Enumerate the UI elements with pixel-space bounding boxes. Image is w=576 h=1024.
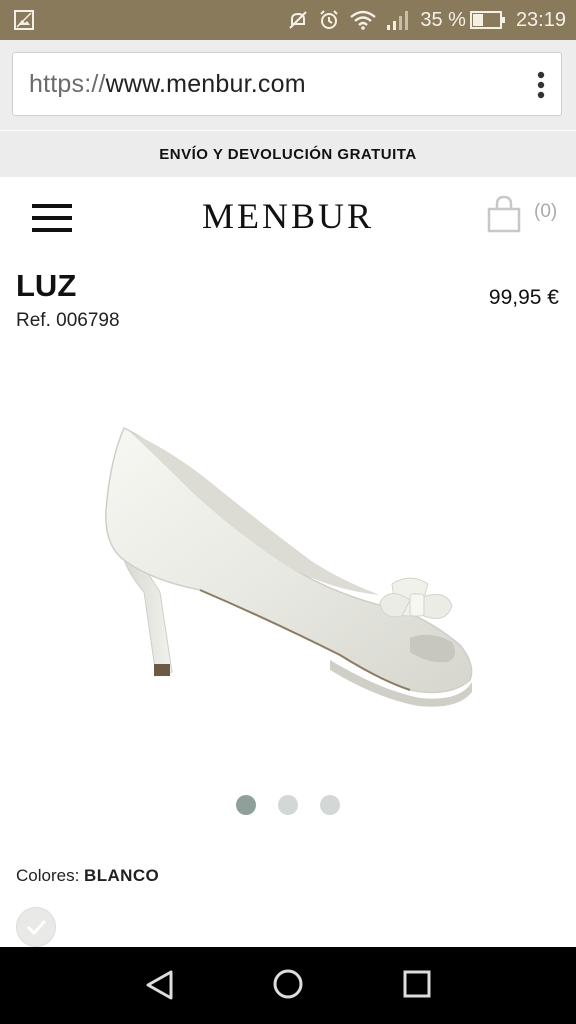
alarm-icon bbox=[318, 9, 340, 31]
browser-menu-icon[interactable] bbox=[537, 71, 545, 99]
product-image[interactable] bbox=[80, 380, 500, 740]
back-icon[interactable] bbox=[143, 969, 177, 1006]
battery-percent: 35 % bbox=[420, 8, 466, 31]
recent-apps-icon[interactable] bbox=[402, 969, 432, 1004]
system-navigation-bar bbox=[0, 947, 576, 1024]
cart-count[interactable]: (0) bbox=[534, 201, 557, 223]
gallery-dot[interactable] bbox=[278, 795, 298, 815]
product-name: LUZ bbox=[16, 268, 77, 303]
color-swatch-blanco[interactable] bbox=[16, 907, 56, 947]
promo-banner: ENVÍO Y DEVOLUCIÓN GRATUITA bbox=[0, 131, 576, 177]
url-text[interactable]: https://www.menbur.com bbox=[29, 70, 306, 99]
product-ref: Ref. 006798 bbox=[16, 310, 120, 331]
url-scheme: https:// bbox=[29, 70, 106, 98]
url-host: www.menbur.com bbox=[105, 70, 306, 98]
product-price: 99,95 € bbox=[488, 286, 559, 309]
colors-label: Colores: bbox=[16, 866, 80, 885]
battery-icon bbox=[469, 11, 505, 29]
gallery-dot[interactable] bbox=[320, 795, 340, 815]
home-icon[interactable] bbox=[271, 967, 305, 1006]
promo-text: ENVÍO Y DEVOLUCIÓN GRATUITA bbox=[159, 145, 417, 163]
image-icon bbox=[14, 10, 34, 30]
shopping-bag-icon[interactable] bbox=[486, 195, 522, 233]
battery-indicator: 35 % bbox=[420, 9, 506, 32]
clock: 23:19 bbox=[515, 8, 566, 31]
browser-toolbar: https://www.menbur.com bbox=[0, 40, 576, 130]
signal-icon bbox=[386, 9, 410, 31]
address-bar[interactable]: https://www.menbur.com bbox=[12, 52, 562, 116]
gallery-pagination bbox=[0, 795, 576, 815]
status-bar: 35 % 23:19 bbox=[0, 0, 576, 40]
check-icon bbox=[26, 919, 47, 936]
colors-row: Colores: BLANCO bbox=[16, 866, 159, 886]
gallery-dot[interactable] bbox=[236, 795, 256, 815]
site-header: MENBUR (0) bbox=[0, 177, 576, 257]
colors-value: BLANCO bbox=[84, 866, 160, 885]
wifi-icon bbox=[350, 10, 377, 30]
mute-icon bbox=[288, 10, 308, 30]
